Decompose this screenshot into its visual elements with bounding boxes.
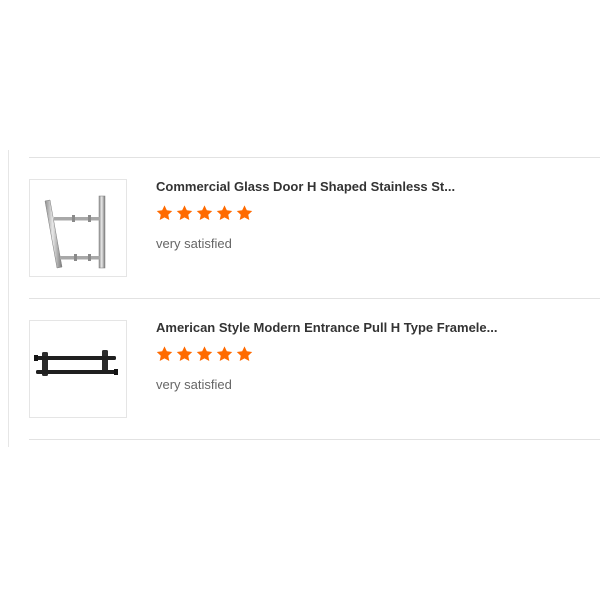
star-rating	[155, 345, 254, 363]
product-thumbnail[interactable]	[29, 320, 127, 418]
review-list: Commercial Glass Door H Shaped Stainless…	[29, 157, 600, 440]
review-item: American Style Modern Entrance Pull H Ty…	[29, 298, 600, 440]
review-item: Commercial Glass Door H Shaped Stainless…	[29, 157, 600, 298]
review-comment: very satisfied	[156, 236, 232, 251]
star-icon	[176, 346, 193, 362]
star-icon	[216, 205, 233, 221]
product-title[interactable]: Commercial Glass Door H Shaped Stainless…	[156, 179, 596, 194]
star-icon	[156, 346, 173, 362]
stainless-h-handle-icon	[44, 195, 106, 269]
star-icon	[196, 205, 213, 221]
star-icon	[156, 205, 173, 221]
product-title[interactable]: American Style Modern Entrance Pull H Ty…	[156, 320, 596, 335]
star-icon	[236, 346, 253, 362]
product-thumbnail[interactable]	[29, 179, 127, 277]
left-divider	[8, 150, 9, 447]
star-icon	[176, 205, 193, 221]
star-icon	[236, 205, 253, 221]
review-page: Commercial Glass Door H Shaped Stainless…	[0, 0, 600, 600]
star-rating	[155, 204, 254, 222]
star-icon	[216, 346, 233, 362]
black-h-handle-icon	[34, 350, 118, 376]
star-icon	[196, 346, 213, 362]
review-comment: very satisfied	[156, 377, 232, 392]
